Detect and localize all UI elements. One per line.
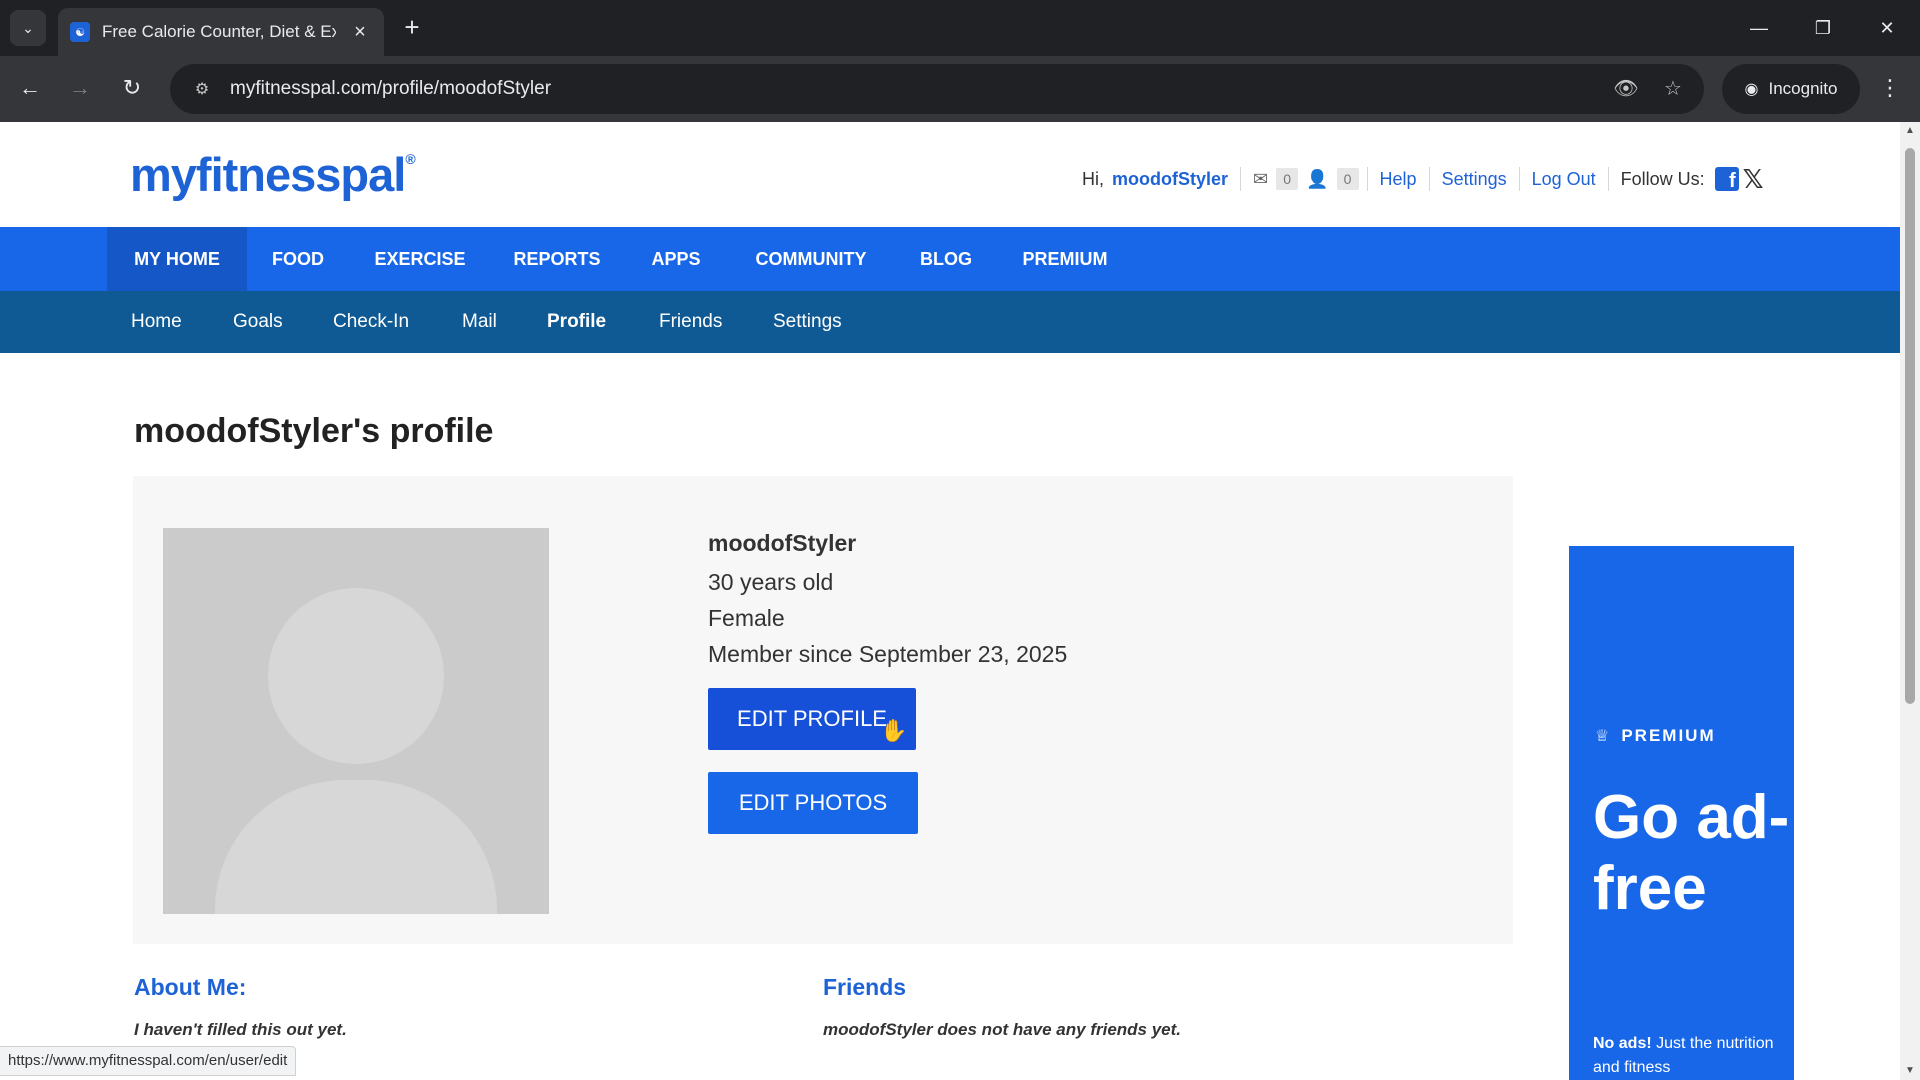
subnav-settings[interactable]: Settings [773, 291, 842, 353]
url-text[interactable]: myfitnesspal.com/profile/moodofStyler [230, 78, 551, 100]
incognito-label: Incognito [1768, 79, 1838, 98]
subnav-friends[interactable]: Friends [659, 291, 722, 353]
subnav-mail[interactable]: Mail [462, 291, 497, 353]
profile-age: 30 years old [708, 569, 834, 595]
premium-ad-banner[interactable]: ♕ PREMIUM Go ad-free No ads! Just the nu… [1569, 546, 1794, 1080]
avatar [163, 528, 549, 914]
profile-username: moodofStyler [708, 530, 857, 556]
tab-search-icon[interactable]: ⌄ [10, 10, 46, 46]
main-nav: MY HOME FOOD EXERCISE REPORTS APPS COMMU… [0, 227, 1900, 291]
about-me-heading: About Me: [134, 974, 247, 1000]
star-icon[interactable]: ☆ [1659, 76, 1687, 101]
subnav-home[interactable]: Home [131, 291, 182, 353]
profile-info: moodofStyler 30 years old Female Member … [708, 530, 1067, 672]
divider [1240, 167, 1242, 191]
plus-icon[interactable]: + [396, 12, 428, 44]
scroll-down-icon[interactable]: ▼ [1900, 1062, 1920, 1080]
nav-premium[interactable]: PREMIUM [1014, 227, 1116, 291]
kebab-menu-icon[interactable]: ⋮ [1876, 70, 1904, 106]
window-close-icon[interactable]: ✕ [1864, 10, 1910, 46]
restore-icon[interactable]: ❐ [1800, 10, 1846, 46]
reload-icon[interactable]: ↻ [114, 70, 150, 106]
facebook-icon[interactable]: f [1714, 167, 1739, 191]
follow-us-label: Follow Us: [1620, 168, 1705, 189]
back-icon[interactable]: ← [12, 70, 48, 106]
profile-card: moodofStyler 30 years old Female Member … [133, 476, 1513, 944]
browser-toolbar: ← → ↻ ⚙ myfitnesspal.com/profile/moodofS… [0, 56, 1920, 122]
page-content: myfitnesspal® Hi, moodofStyler ✉ 0 👤 0 H… [0, 122, 1900, 1080]
avatar-placeholder-body [215, 780, 497, 914]
user-icon[interactable]: 👤 [1306, 169, 1328, 190]
close-icon[interactable]: × [348, 21, 372, 44]
nav-apps[interactable]: APPS [641, 227, 711, 291]
edit-photos-button[interactable]: EDIT PHOTOS [708, 772, 918, 834]
friend-request-count-badge[interactable]: 0 [1336, 168, 1359, 190]
forward-icon[interactable]: → [62, 70, 98, 106]
status-bar-url: https://www.myfitnesspal.com/en/user/edi… [0, 1046, 297, 1076]
browser-tabstrip: ⌄ ☯ Free Calorie Counter, Diet & Ex × + … [0, 0, 1920, 56]
address-bar[interactable]: ⚙ myfitnesspal.com/profile/moodofStyler … [170, 64, 1704, 114]
nav-community[interactable]: COMMUNITY [743, 227, 879, 291]
nav-blog[interactable]: BLOG [912, 227, 980, 291]
x-twitter-icon[interactable]: 𝕏 [1743, 164, 1764, 195]
profile-gender: Female [708, 605, 785, 631]
nav-food[interactable]: FOOD [262, 227, 334, 291]
greeting: Hi, [1082, 168, 1104, 189]
about-me-text: I haven't filled this out yet. [134, 1020, 347, 1039]
friends-text: moodofStyler does not have any friends y… [823, 1020, 1182, 1039]
site-logo[interactable]: myfitnesspal® [130, 147, 416, 202]
sub-nav: Home Goals Check-In Mail Profile Friends… [0, 291, 1900, 353]
scroll-up-icon[interactable]: ▲ [1900, 122, 1920, 140]
divider [1607, 167, 1609, 191]
nav-exercise[interactable]: EXERCISE [365, 227, 475, 291]
friends-heading[interactable]: Friends [823, 974, 906, 1001]
avatar-placeholder-head [268, 588, 444, 764]
settings-link[interactable]: Settings [1442, 169, 1507, 190]
log-out-link[interactable]: Log Out [1532, 169, 1596, 190]
ad-subtext: No ads! Just the nutrition and fitness [1593, 1032, 1783, 1080]
divider [1518, 167, 1520, 191]
divider [1428, 167, 1430, 191]
page-scrollbar[interactable]: ▲ ▼ [1900, 122, 1920, 1080]
incognito-icon: ◉ [1744, 81, 1759, 98]
tab-title: Free Calorie Counter, Diet & Ex [102, 22, 336, 41]
subnav-profile[interactable]: Profile [547, 291, 606, 353]
username-link[interactable]: moodofStyler [1112, 169, 1228, 190]
ad-premium-badge: ♕ PREMIUM [1595, 726, 1716, 746]
nav-my-home[interactable]: MY HOME [107, 227, 247, 291]
subnav-goals[interactable]: Goals [233, 291, 283, 353]
site-info-icon[interactable]: ⚙ [180, 79, 224, 99]
ad-headline: Go ad-free [1593, 783, 1790, 923]
incognito-badge[interactable]: ◉ Incognito [1722, 64, 1860, 114]
user-bar: Hi, moodofStyler ✉ 0 👤 0 Help Settings L… [1082, 162, 1764, 196]
minimize-icon[interactable]: — [1736, 10, 1782, 46]
eye-off-icon[interactable]: 👁 [1612, 76, 1640, 101]
browser-tab-active[interactable]: ☯ Free Calorie Counter, Diet & Ex × [58, 8, 384, 56]
mail-count-badge[interactable]: 0 [1276, 168, 1299, 190]
subnav-check-in[interactable]: Check-In [333, 291, 409, 353]
help-link[interactable]: Help [1380, 169, 1417, 190]
hand-pointer-cursor-icon: ✋ [880, 718, 908, 743]
myfitnesspal-favicon-icon: ☯ [70, 22, 90, 42]
profile-member-since: Member since September 23, 2025 [708, 641, 1068, 667]
ad-sub-bold: No ads! [1593, 1035, 1652, 1052]
crown-icon: ♕ [1595, 728, 1612, 745]
nav-reports[interactable]: REPORTS [505, 227, 609, 291]
divider [1366, 167, 1368, 191]
page-title: moodofStyler's profile [134, 412, 494, 450]
ad-premium-label: PREMIUM [1621, 726, 1716, 745]
mail-icon[interactable]: ✉ [1253, 169, 1268, 190]
scrollbar-thumb[interactable] [1905, 148, 1915, 704]
